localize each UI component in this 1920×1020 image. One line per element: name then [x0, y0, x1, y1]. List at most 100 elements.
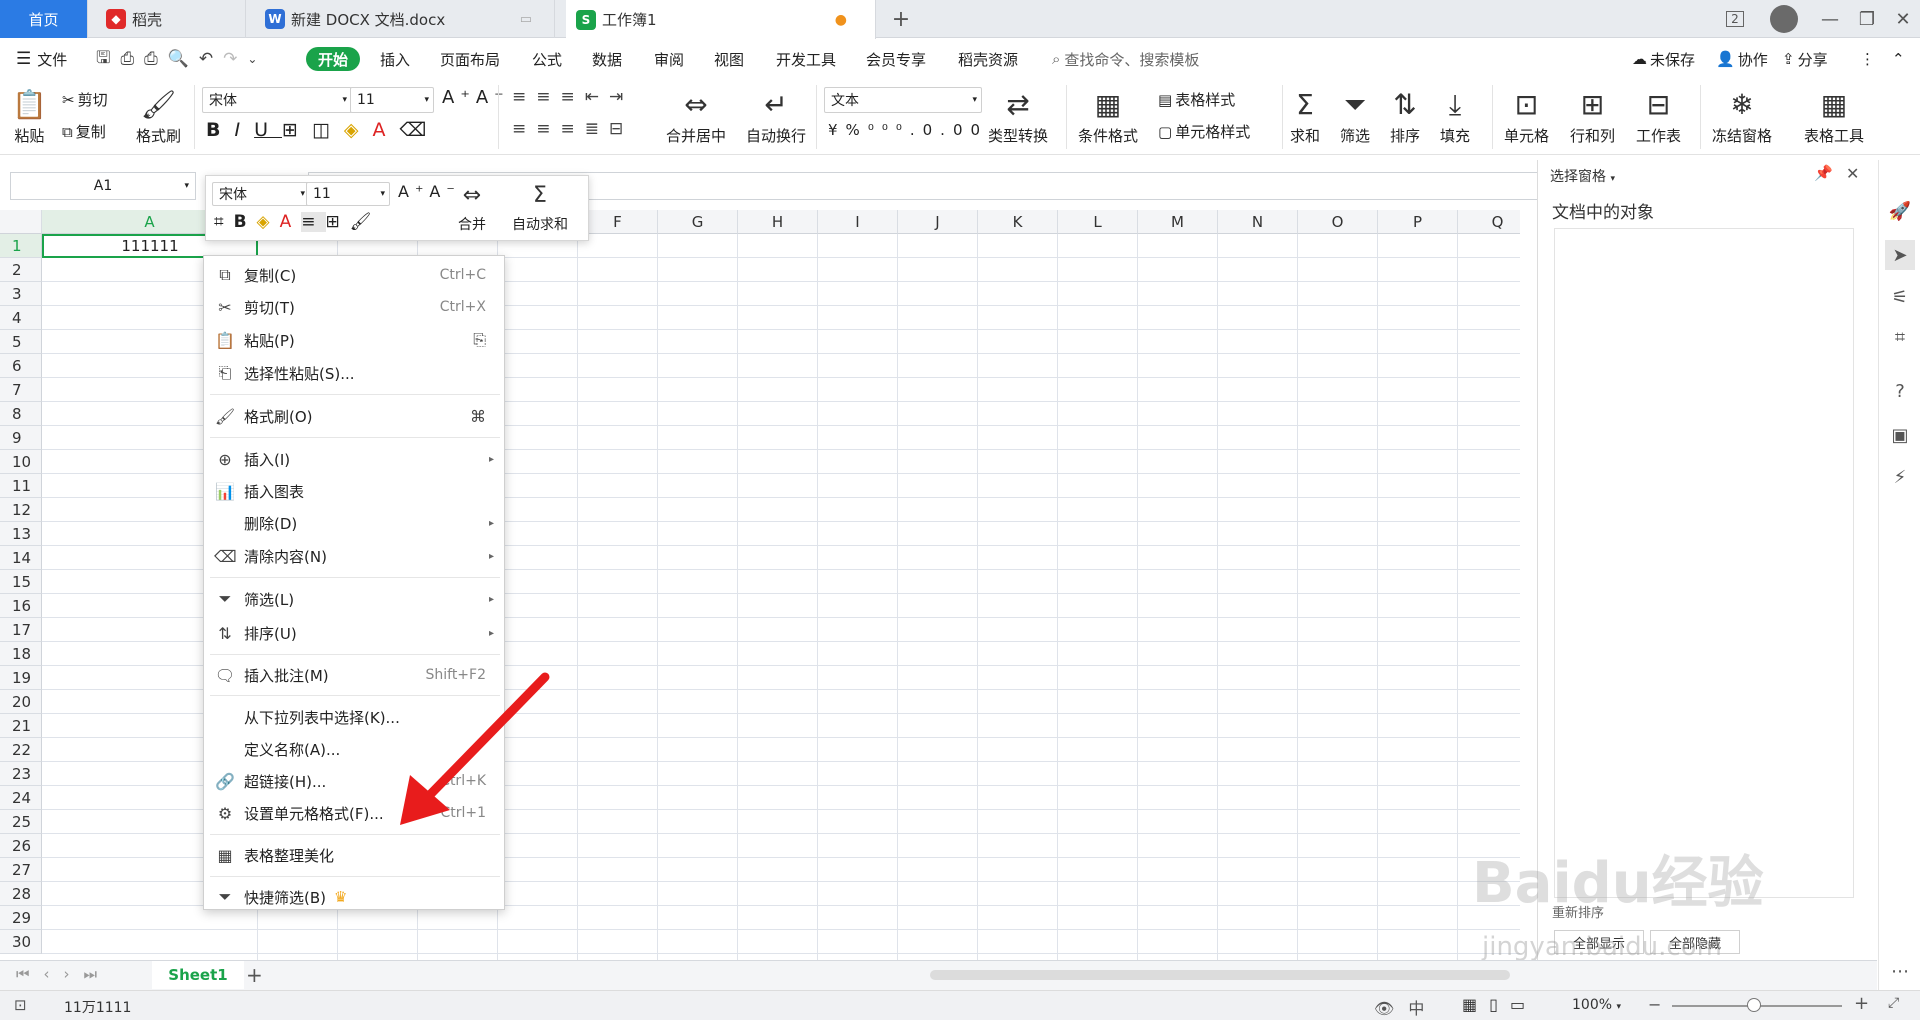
gallery-icon[interactable]: ▣	[1889, 424, 1911, 446]
indent-dec-icon[interactable]: ⇤	[585, 87, 609, 107]
row-header-15[interactable]: 15	[0, 570, 42, 594]
frame-icon[interactable]: ⌗	[1889, 326, 1911, 348]
more-menu-icon[interactable]: ⋮	[1860, 47, 1875, 71]
normal-view-icon[interactable]: ▦	[1462, 995, 1489, 1014]
preview-icon[interactable]: 🔍	[168, 49, 199, 69]
mini-font-color-icon[interactable]: A	[280, 212, 302, 232]
currency-icon[interactable]: ¥	[828, 121, 846, 139]
row-header-7[interactable]: 7	[0, 378, 42, 402]
row-header-11[interactable]: 11	[0, 474, 42, 498]
menu-page-layout[interactable]: 页面布局	[440, 47, 500, 71]
ctx-cut[interactable]: ✂ 剪切(T) Ctrl+X	[204, 292, 504, 322]
select-all-corner[interactable]	[0, 210, 42, 234]
row-header-21[interactable]: 21	[0, 714, 42, 738]
table-style-button[interactable]: ▤ 表格样式	[1158, 89, 1235, 110]
print-icon[interactable]: ⎙	[144, 49, 168, 69]
ctx-sort[interactable]: ⇅ 排序(U) ▸	[204, 618, 504, 648]
mini-merge-button[interactable]: ⇔ 合并	[458, 178, 486, 234]
more-icon[interactable]: ⌄	[247, 52, 267, 66]
row-header-1[interactable]: 1	[0, 234, 42, 258]
row-header-16[interactable]: 16	[0, 594, 42, 618]
cut-button[interactable]: ✂ 剪切	[62, 89, 108, 110]
pane-title[interactable]: 选择窗格 ▾	[1550, 166, 1615, 186]
ctx-format-painter[interactable]: 🖌 格式刷(O) ⌘	[204, 401, 504, 431]
wrap-text-button[interactable]: ↵ 自动换行	[746, 85, 806, 146]
ctx-filter[interactable]: ⏷ 筛选(L) ▸	[204, 584, 504, 614]
unsaved-button[interactable]: ☁ 未保存	[1632, 47, 1695, 71]
tab-docer[interactable]: ◆ 稻壳	[96, 0, 246, 38]
row-header-19[interactable]: 19	[0, 666, 42, 690]
row-header-18[interactable]: 18	[0, 642, 42, 666]
menu-data[interactable]: 数据	[592, 47, 622, 71]
row-header-30[interactable]: 30	[0, 930, 42, 954]
row-header-14[interactable]: 14	[0, 546, 42, 570]
name-box[interactable]: A1 ▾	[10, 172, 196, 200]
decimal-dec-icon[interactable]: .00	[940, 121, 988, 139]
eraser-icon[interactable]: ⌫	[400, 119, 441, 141]
type-convert-button[interactable]: ⇄ 类型转换	[988, 85, 1048, 146]
column-header-m[interactable]: M	[1138, 210, 1218, 234]
underline-icon[interactable]: U	[254, 119, 282, 141]
cell-border-icon[interactable]: ◫	[312, 119, 344, 141]
align-left-icon[interactable]: ≡	[512, 119, 536, 139]
row-header-29[interactable]: 29	[0, 906, 42, 930]
pin-icon[interactable]: 📌	[1814, 164, 1833, 182]
border-icon[interactable]: ⊞	[282, 119, 312, 141]
mini-autosum-button[interactable]: Σ 自动求和	[512, 178, 568, 234]
share-button[interactable]: ⇪ 分享	[1782, 47, 1828, 71]
row-header-17[interactable]: 17	[0, 618, 42, 642]
page-view-icon[interactable]: ▯	[1489, 995, 1510, 1014]
column-header-l[interactable]: L	[1058, 210, 1138, 234]
row-header-2[interactable]: 2	[0, 258, 42, 282]
rocket-icon[interactable]: 🚀	[1889, 200, 1911, 222]
table-tools-button[interactable]: ▦ 表格工具	[1804, 85, 1864, 146]
column-header-k[interactable]: K	[978, 210, 1058, 234]
row-header-23[interactable]: 23	[0, 762, 42, 786]
mini-border-icon[interactable]: ⊞	[326, 212, 350, 232]
ctx-copy[interactable]: ⧉ 复制(C) Ctrl+C	[204, 260, 504, 290]
input-icon[interactable]: 中	[1408, 999, 1438, 1018]
rowcol-button[interactable]: ⊞ 行和列	[1570, 85, 1615, 146]
new-tab-icon[interactable]: +	[886, 0, 916, 38]
column-header-j[interactable]: J	[898, 210, 978, 234]
align-center-icon[interactable]: ≡	[536, 119, 560, 139]
column-header-f[interactable]: F	[578, 210, 658, 234]
percent-icon[interactable]: %	[846, 121, 868, 139]
row-header-6[interactable]: 6	[0, 354, 42, 378]
copy-button[interactable]: ⧉ 复制	[62, 121, 106, 142]
sort-button[interactable]: ⇅ 排序	[1390, 85, 1420, 146]
decimal-inc-icon[interactable]: .0	[910, 121, 940, 139]
mini-bold-icon[interactable]: B	[234, 212, 257, 232]
row-header-22[interactable]: 22	[0, 738, 42, 762]
fill-button[interactable]: ⤓ 填充	[1440, 85, 1470, 146]
ctx-quick-filter[interactable]: ⏷ 快捷筛选(B) ♛	[204, 882, 504, 912]
menu-docer-resources[interactable]: 稻壳资源	[958, 47, 1018, 71]
bold-icon[interactable]: B	[206, 119, 234, 141]
first-sheet-icon[interactable]: ⏮	[16, 965, 44, 983]
cond-format-button[interactable]: ▦ 条件格式	[1078, 85, 1138, 146]
sliders-icon[interactable]: ⚟	[1889, 286, 1911, 308]
indent-inc-icon[interactable]: ⇥	[609, 87, 633, 107]
row-header-5[interactable]: 5	[0, 330, 42, 354]
ctx-insert-chart[interactable]: 📊 插入图表	[204, 476, 504, 506]
ctx-insert[interactable]: ⊕ 插入(I) ▸	[204, 444, 504, 474]
ctx-paste[interactable]: 📋 粘贴(P) ⎘	[204, 325, 504, 355]
mini-align-icon[interactable]: ≡	[301, 212, 326, 232]
minimize-icon[interactable]: —	[1815, 0, 1845, 38]
column-header-q[interactable]: Q	[1458, 210, 1520, 234]
collapse-ribbon-icon[interactable]: ⌃	[1892, 47, 1905, 71]
eye-icon[interactable]: 👁	[1374, 999, 1408, 1018]
font-family-select[interactable]: 宋体 ▾	[202, 87, 352, 113]
align-top-icon[interactable]: ≡	[512, 87, 536, 107]
column-header-n[interactable]: N	[1218, 210, 1298, 234]
close-icon[interactable]: ✕	[1888, 0, 1918, 38]
collab-button[interactable]: 👤 协作	[1716, 47, 1768, 71]
add-sheet-icon[interactable]: +	[246, 963, 263, 987]
cursor-icon[interactable]: ➤	[1885, 240, 1915, 270]
column-header-i[interactable]: I	[818, 210, 898, 234]
last-sheet-icon[interactable]: ⏭	[84, 965, 112, 983]
avatar[interactable]	[1768, 0, 1800, 38]
undo-icon[interactable]: ↶	[199, 49, 223, 69]
align-middle-icon[interactable]: ≡	[536, 87, 560, 107]
sheet-button[interactable]: ⊟ 工作表	[1636, 85, 1681, 146]
